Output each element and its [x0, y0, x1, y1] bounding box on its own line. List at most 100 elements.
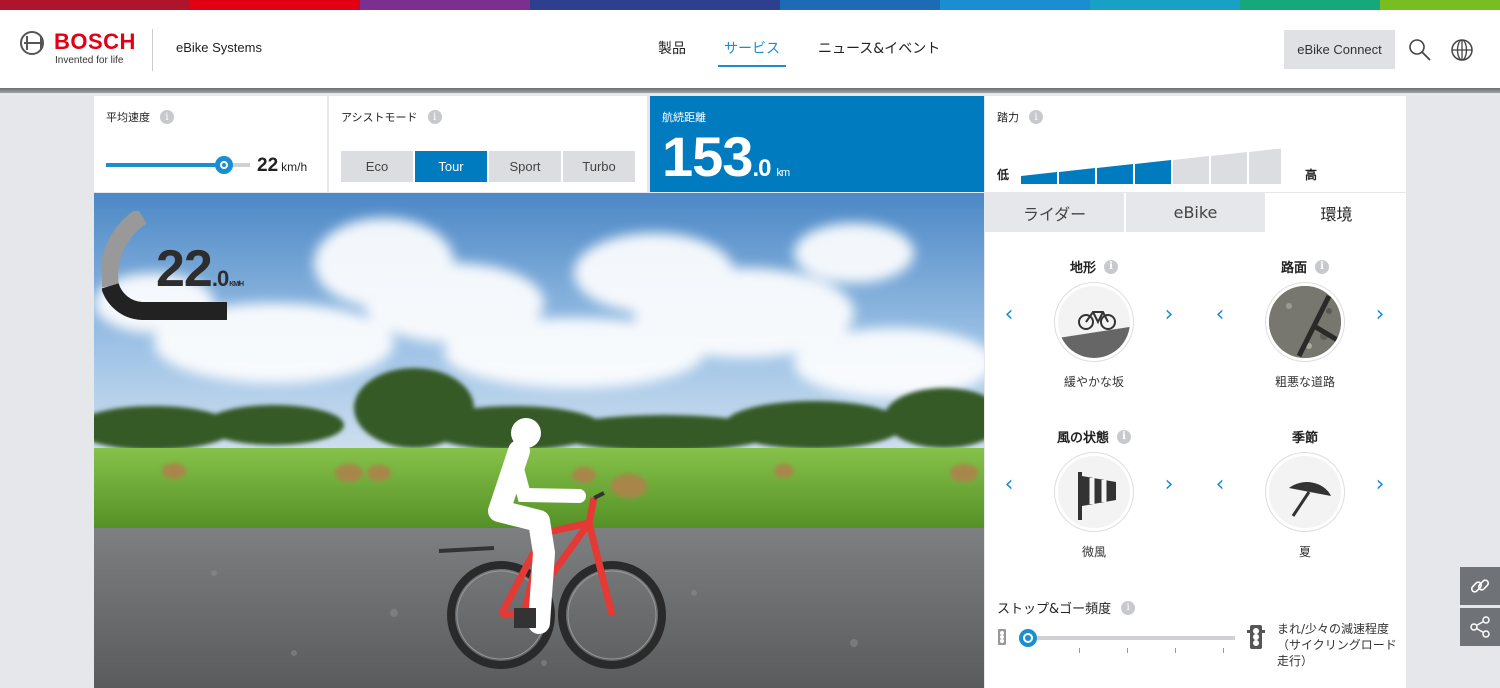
tab-ebike[interactable]: eBike	[1126, 193, 1267, 232]
stop-go-slider[interactable]	[1029, 636, 1235, 640]
mode-turbo-button[interactable]: Turbo	[563, 151, 635, 182]
wind-prev-chevron-icon[interactable]: ‹	[999, 472, 1019, 497]
effort-label-row: 踏力 i	[997, 109, 1043, 125]
info-icon[interactable]: i	[1029, 110, 1043, 124]
slider-tick	[1175, 648, 1176, 653]
terrain-setting: 地形 i ‹ › 緩やかな坂	[989, 257, 1199, 407]
link-share-button[interactable]	[1460, 567, 1500, 605]
umbrella-icon	[1266, 453, 1344, 531]
wind-title-row: 風の状態 i	[989, 427, 1199, 446]
traffic-light-small-icon	[998, 629, 1006, 645]
season-value: 夏	[1298, 545, 1311, 559]
terrain-label: 地形	[1069, 261, 1096, 276]
main-nav: 製品 サービス ニュース&イベント	[652, 38, 946, 67]
share-icon	[1470, 616, 1490, 638]
ebike-connect-button[interactable]: eBike Connect	[1284, 30, 1395, 69]
stop-go-slider-handle[interactable]	[1019, 629, 1037, 647]
effort-high-label: 高	[1305, 168, 1318, 182]
nav-item-products[interactable]: 製品	[652, 38, 692, 58]
assist-mode-label: アシストモード	[341, 111, 418, 124]
effort-bar[interactable]	[1097, 164, 1133, 184]
surface-setting: 路面 i ‹ › 粗悪な道路	[1200, 257, 1410, 407]
search-icon[interactable]	[1408, 38, 1432, 62]
slider-tick	[1223, 648, 1224, 653]
terrain-title-row: 地形 i	[989, 257, 1199, 276]
current-speed-dec: .0	[211, 266, 229, 291]
site-header: BOSCH Invented for life eBike Systems 製品…	[0, 10, 1500, 88]
wind-setting: 風の状態 i ‹ › 微風	[989, 427, 1199, 577]
info-icon[interactable]: i	[1121, 600, 1136, 615]
range-panel: 航続距離 153.0 km	[650, 96, 984, 192]
mode-sport-button[interactable]: Sport	[489, 151, 561, 182]
tab-rider[interactable]: ライダー	[985, 193, 1126, 232]
environment-settings-panel: ライダー eBike 環境 地形 i ‹ › 緩やかな坂 路面 i ‹ › 粗悪…	[985, 193, 1406, 688]
bike-hill-icon	[1055, 283, 1133, 361]
surface-next-chevron-icon[interactable]: ›	[1370, 302, 1390, 327]
stop-go-caption: まれ/少々の減速程度（サイクリングロード走行）	[1277, 622, 1397, 668]
effort-level-bars[interactable]	[1021, 148, 1281, 184]
settings-tabs: ライダー eBike 環境	[985, 193, 1406, 232]
surface-label: 路面	[1280, 261, 1307, 276]
effort-bar[interactable]	[1211, 152, 1247, 184]
avg-speed-unit: km/h	[281, 160, 308, 174]
mode-eco-button[interactable]: Eco	[341, 151, 413, 182]
terrain-prev-chevron-icon[interactable]: ‹	[999, 302, 1019, 327]
season-prev-chevron-icon[interactable]: ‹	[1210, 472, 1230, 497]
avg-speed-number: 22	[257, 155, 279, 176]
nav-item-service[interactable]: サービス	[718, 38, 786, 67]
wind-label: 風の状態	[1056, 431, 1109, 446]
nav-item-news[interactable]: ニュース&イベント	[812, 38, 946, 58]
info-icon[interactable]: i	[1315, 259, 1329, 274]
info-icon[interactable]: i	[1104, 259, 1118, 274]
effort-bar[interactable]	[1135, 160, 1171, 184]
surface-prev-chevron-icon[interactable]: ‹	[1210, 302, 1230, 327]
terrain-value: 緩やかな坂	[1063, 375, 1124, 389]
mode-tour-button[interactable]: Tour	[415, 151, 487, 182]
effort-bar[interactable]	[1059, 168, 1095, 184]
surface-value: 粗悪な道路	[1274, 375, 1335, 389]
range-int: 153	[662, 125, 753, 188]
slider-tick	[1127, 648, 1128, 653]
effort-panel: 踏力 i 低 高	[985, 96, 1406, 192]
season-title-row: 季節	[1200, 427, 1410, 446]
windsock-icon	[1055, 453, 1133, 531]
stop-go-label: ストップ&ゴー頻度	[997, 602, 1112, 617]
avg-speed-slider-fill	[106, 163, 225, 167]
avg-speed-slider-handle[interactable]	[215, 156, 234, 174]
current-speed-unit: KM/H	[229, 281, 244, 288]
range-unit: km	[776, 167, 790, 179]
bosch-logo-icon[interactable]	[20, 31, 44, 55]
share-button[interactable]	[1460, 608, 1500, 646]
avg-speed-panel: 平均速度 i 22 km/h	[94, 96, 327, 192]
info-icon[interactable]: i	[1117, 429, 1131, 444]
header-shadow	[0, 88, 1500, 93]
link-icon	[1470, 579, 1490, 593]
effort-bar[interactable]	[1249, 148, 1281, 184]
assist-mode-selector: Eco Tour Sport Turbo	[341, 151, 635, 182]
avg-speed-slider[interactable]	[106, 156, 250, 174]
brand-name[interactable]: BOSCH	[54, 29, 136, 55]
range-label: 航続距離	[662, 111, 706, 124]
surface-title-row: 路面 i	[1200, 257, 1410, 276]
wind-next-chevron-icon[interactable]: ›	[1159, 472, 1179, 497]
range-dec: .0	[752, 155, 771, 182]
riding-scene: 22.0KM/H	[94, 193, 984, 688]
brand-tagline: Invented for life	[55, 55, 124, 66]
slider-tick	[1079, 648, 1080, 653]
avg-speed-value: 22 km/h	[257, 155, 307, 177]
season-label: 季節	[1291, 431, 1318, 446]
season-next-chevron-icon[interactable]: ›	[1370, 472, 1390, 497]
effort-bar[interactable]	[1021, 172, 1057, 184]
effort-label: 踏力	[997, 111, 1019, 124]
info-icon[interactable]: i	[160, 110, 174, 124]
stop-go-label-row: ストップ&ゴー頻度 i	[997, 598, 1136, 617]
product-name[interactable]: eBike Systems	[176, 40, 262, 55]
traffic-light-large-icon	[1247, 625, 1265, 649]
info-icon[interactable]: i	[427, 110, 442, 124]
globe-icon[interactable]	[1450, 38, 1474, 62]
brand-color-bar	[0, 0, 1500, 10]
current-speed-readout: 22.0KM/H	[156, 239, 244, 299]
effort-bar[interactable]	[1173, 156, 1209, 184]
tab-environment[interactable]: 環境	[1267, 193, 1406, 232]
terrain-next-chevron-icon[interactable]: ›	[1159, 302, 1179, 327]
